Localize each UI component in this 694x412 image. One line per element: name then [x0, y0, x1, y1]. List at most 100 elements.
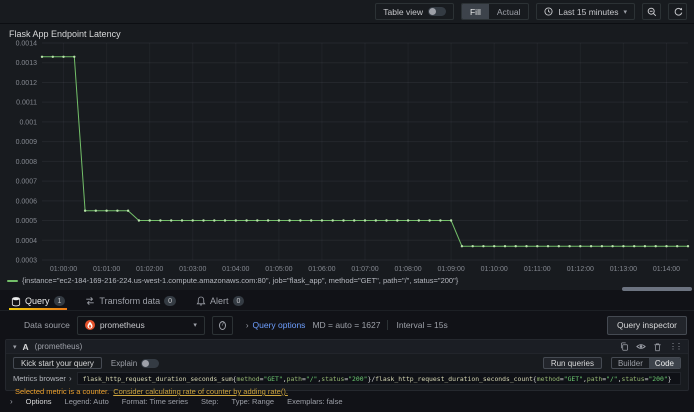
run-queries-button[interactable]: Run queries — [542, 357, 602, 369]
svg-text:01:08:00: 01:08:00 — [394, 266, 421, 273]
query-editor-row: Metrics browser › flask_http_request_dur… — [13, 372, 681, 385]
code-mode-button[interactable]: Code — [648, 358, 680, 368]
query-inspector-button[interactable]: Query inspector — [607, 315, 687, 335]
kick-start-query-button[interactable]: Kick start your query — [13, 357, 102, 369]
time-zoom-out-button[interactable] — [642, 3, 661, 20]
interval-readout: Interval = 15s — [387, 320, 448, 330]
svg-text:0.0003: 0.0003 — [16, 258, 38, 265]
tab-alert[interactable]: Alert 0 — [194, 292, 246, 310]
option-format: Format: Time series — [121, 396, 189, 406]
query-datasource-hint: (prometheus) — [34, 342, 83, 351]
refresh-button[interactable] — [668, 3, 687, 20]
tab-transform-count: 0 — [164, 296, 177, 306]
editor-mode-group: Builder Code — [610, 357, 681, 369]
drag-handle-icon[interactable]: ⋮⋮ — [669, 342, 683, 351]
latency-chart[interactable]: 0.0014 0.0013 0.0012 0.0011 0.001 0.0009 0.000… — [0, 24, 694, 274]
max-data-points-readout: MD = auto = 1627 — [312, 320, 381, 330]
svg-text:01:02:00: 01:02:00 — [136, 266, 163, 273]
svg-text:0.0005: 0.0005 — [16, 218, 38, 225]
promql-expression[interactable]: flask_http_request_duration_seconds_sum{… — [76, 372, 681, 385]
svg-text:01:04:00: 01:04:00 — [222, 266, 249, 273]
datasource-value: prometheus — [99, 320, 145, 330]
tab-query[interactable]: Query 1 — [9, 292, 68, 310]
builder-mode-button[interactable]: Builder — [612, 358, 649, 368]
magnifier-minus-icon — [647, 7, 656, 16]
query-toolbar: Kick start your query Explain Run querie… — [6, 355, 688, 371]
actual-button[interactable]: Actual — [489, 4, 529, 19]
editor-tabbar: Query 1 Transform data 0 Alert 0 — [0, 292, 694, 311]
chevron-down-icon: ▾ — [623, 8, 627, 16]
svg-text:01:01:00: 01:01:00 — [93, 266, 120, 273]
svg-text:01:13:00: 01:13:00 — [610, 266, 637, 273]
legend-series-swatch[interactable] — [7, 279, 18, 282]
query-ref-id: A — [22, 341, 29, 352]
datasource-row: Data source prometheus ▾ ? › Query optio… — [0, 312, 694, 338]
bell-icon — [196, 296, 206, 306]
explain-toggle[interactable] — [141, 358, 160, 368]
time-range-picker[interactable]: Last 15 minutes ▾ — [536, 3, 635, 20]
tab-transform-label: Transform data — [99, 296, 161, 306]
panel-editor-toolbar: Table view Fill Actual Last 15 minutes ▾ — [0, 0, 694, 24]
query-row-header[interactable]: ▾ A (prometheus) ⋮⋮ — [6, 340, 688, 354]
tab-query-count: 1 — [53, 296, 66, 306]
table-view-toggle[interactable] — [427, 7, 446, 16]
query-options-label: Query options — [252, 320, 306, 330]
svg-text:0.0012: 0.0012 — [16, 80, 38, 87]
svg-text:01:09:00: 01:09:00 — [438, 266, 465, 273]
metrics-browser-label: Metrics browser — [13, 374, 66, 383]
chevron-right-icon: › — [68, 374, 72, 383]
tab-transform-data[interactable]: Transform data 0 — [83, 292, 178, 310]
tab-query-label: Query — [25, 296, 50, 306]
time-range-label: Last 15 minutes — [558, 6, 619, 17]
panel-title[interactable]: Flask App Endpoint Latency — [9, 29, 121, 39]
transform-icon — [86, 297, 95, 305]
query-options-toggle[interactable]: › Query options — [246, 320, 306, 330]
svg-text:01:10:00: 01:10:00 — [481, 266, 508, 273]
scrollbar-thumb[interactable] — [622, 287, 692, 291]
option-type: Type: Range — [231, 396, 275, 406]
options-toggle[interactable]: Options — [26, 397, 52, 406]
latency-panel: Flask App Endpoint Latency 0.0014 0.0013 0… — [0, 24, 694, 290]
svg-text:0.0006: 0.0006 — [16, 198, 38, 205]
svg-text:01:07:00: 01:07:00 — [351, 266, 378, 273]
table-view-label: Table view — [383, 6, 423, 17]
legend: {instance="ec2-184-169-216-224.us-west-1… — [7, 276, 458, 285]
query-row-actions: ⋮⋮ — [620, 342, 683, 352]
refresh-icon — [674, 7, 682, 16]
query-row-card: ▾ A (prometheus) ⋮⋮ Kick start your quer… — [5, 339, 689, 396]
database-icon — [11, 296, 21, 306]
svg-text:01:14:00: 01:14:00 — [653, 266, 680, 273]
svg-text:0.0007: 0.0007 — [16, 179, 38, 186]
svg-text:01:11:00: 01:11:00 — [524, 266, 551, 273]
explain-label: Explain — [110, 358, 138, 368]
datasource-help-button[interactable]: ? — [211, 315, 233, 335]
chevron-down-icon: ▾ — [193, 322, 197, 329]
legend-series-label[interactable]: {instance="ec2-184-169-216-224.us-west-1… — [22, 276, 458, 285]
metrics-browser-toggle[interactable]: Metrics browser › — [13, 374, 72, 383]
table-view-control[interactable]: Table view — [375, 3, 454, 20]
svg-text:01:03:00: 01:03:00 — [179, 266, 206, 273]
chevron-right-icon: › — [245, 320, 249, 330]
svg-text:0.0013: 0.0013 — [16, 60, 38, 67]
datasource-picker[interactable]: prometheus ▾ — [76, 315, 205, 335]
toggle-knob — [428, 8, 436, 15]
eye-icon[interactable] — [636, 342, 646, 351]
copy-icon[interactable] — [620, 342, 629, 351]
datasource-label: Data source — [24, 320, 70, 330]
option-exemplars: Exemplars: false — [287, 396, 343, 406]
svg-text:0.001: 0.001 — [19, 119, 37, 126]
fill-button[interactable]: Fill — [461, 4, 489, 19]
trash-icon[interactable] — [653, 342, 662, 352]
svg-text:0.0008: 0.0008 — [16, 159, 38, 166]
clock-icon — [544, 7, 554, 16]
explain-control: Explain — [110, 358, 160, 368]
chevron-right-icon: › — [10, 396, 13, 406]
prometheus-icon — [84, 320, 95, 330]
svg-text:01:05:00: 01:05:00 — [265, 266, 292, 273]
collapse-chevron-icon[interactable]: ▾ — [13, 343, 17, 351]
option-legend: Legend: Auto — [64, 396, 109, 406]
tab-alert-label: Alert — [210, 296, 229, 306]
svg-text:0.0004: 0.0004 — [16, 238, 38, 245]
tab-alert-count: 0 — [232, 296, 245, 306]
toggle-knob — [142, 359, 150, 367]
